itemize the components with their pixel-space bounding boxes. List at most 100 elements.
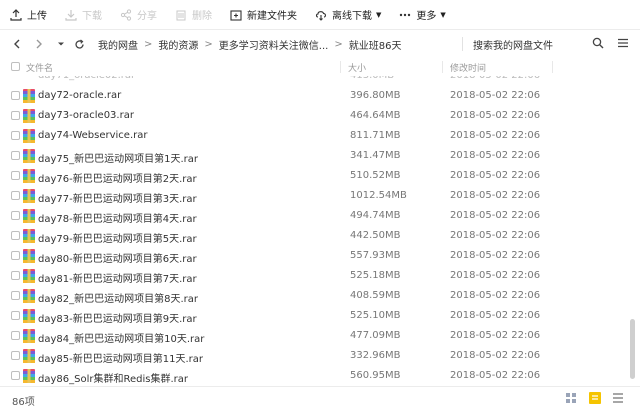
- file-name[interactable]: day74-Webservice.rar: [38, 130, 147, 141]
- file-row[interactable]: day76-新巴巴运动网项目第2天.rar 510.52MB 2018-05-02 …: [0, 166, 630, 186]
- history-dropdown-icon[interactable]: [54, 37, 68, 51]
- file-row[interactable]: day72-oracle.rar 396.80MB 2018-05-02 22:06: [0, 86, 630, 106]
- row-checkbox[interactable]: [11, 251, 20, 260]
- breadcrumb-item[interactable]: 更多学习资料关注微信...: [219, 37, 329, 52]
- file-row[interactable]: day81-新巴巴运动网项目第7天.rar 525.18MB 2018-05-02 …: [0, 266, 630, 286]
- file-size: 408.59MB: [350, 290, 401, 301]
- back-arrow-icon[interactable]: [10, 37, 24, 51]
- refresh-icon[interactable]: [72, 37, 86, 51]
- file-name[interactable]: day76-新巴巴运动网项目第2天.rar: [38, 170, 197, 185]
- file-row[interactable]: day78-新巴巴运动网项目第4天.rar 494.74MB 2018-05-02 …: [0, 206, 630, 226]
- file-row[interactable]: day77-新巴巴运动网项目第3天.rar 1012.54MB 2018-05-02…: [0, 186, 630, 206]
- row-checkbox[interactable]: [11, 271, 20, 280]
- file-name[interactable]: day86_Solr集群和Redis集群.rar: [38, 370, 188, 385]
- breadcrumb-separator-icon: >: [144, 38, 153, 50]
- file-row[interactable]: day83-新巴巴运动网项目第9天.rar 525.10MB 2018-05-02 …: [0, 306, 630, 326]
- file-row[interactable]: day79-新巴巴运动网项目第5天.rar 442.50MB 2018-05-02 …: [0, 226, 630, 246]
- row-checkbox[interactable]: [11, 231, 20, 240]
- column-header-name[interactable]: 文件名: [26, 61, 53, 74]
- offline-download-button[interactable]: 离线下载 ▼: [315, 5, 381, 25]
- file-name[interactable]: day71_oracle02.rar: [38, 76, 135, 81]
- chevron-down-icon: ▼: [376, 10, 382, 19]
- breadcrumb-item[interactable]: 我的资源: [158, 37, 198, 52]
- column-header-modified[interactable]: 修改时间: [450, 61, 486, 74]
- download-button[interactable]: 下载: [65, 5, 102, 25]
- row-checkbox[interactable]: [11, 171, 20, 180]
- forward-arrow-icon[interactable]: [32, 37, 46, 51]
- column-header-size[interactable]: 大小: [348, 61, 366, 74]
- file-row[interactable]: day71_oracle02.rar 413.0MB 2018-05-02 22:0…: [0, 76, 630, 86]
- row-checkbox[interactable]: [11, 211, 20, 220]
- file-name[interactable]: day75_新巴巴运动网项目第1天.rar: [38, 150, 198, 165]
- file-modified-time: 2018-05-02 22:06: [450, 130, 541, 141]
- search-icon[interactable]: [592, 37, 604, 52]
- more-label: 更多: [416, 11, 437, 22]
- row-checkbox[interactable]: [11, 291, 20, 300]
- row-checkbox[interactable]: [11, 351, 20, 360]
- list-view-menu-icon[interactable]: [617, 37, 629, 52]
- column-divider[interactable]: [340, 61, 341, 73]
- column-divider[interactable]: [442, 61, 443, 73]
- row-checkbox[interactable]: [11, 331, 20, 340]
- breadcrumb-item-current[interactable]: 就业班86天: [349, 37, 402, 52]
- new-folder-label: 新建文件夹: [247, 11, 297, 22]
- file-name[interactable]: day84_新巴巴运动网项目第10天.rar: [38, 330, 204, 345]
- column-divider[interactable]: [552, 61, 553, 73]
- share-label: 分享: [137, 11, 157, 22]
- file-name[interactable]: day81-新巴巴运动网项目第7天.rar: [38, 270, 197, 285]
- file-size: 396.80MB: [350, 90, 401, 101]
- file-modified-time: 2018-05-02 22:06: [450, 210, 541, 221]
- thumbnail-view-icon[interactable]: [565, 392, 577, 407]
- delete-button[interactable]: 删除: [175, 5, 212, 25]
- more-button[interactable]: 更多 ▼: [399, 5, 446, 25]
- row-checkbox[interactable]: [11, 91, 20, 100]
- file-name[interactable]: day79-新巴巴运动网项目第5天.rar: [38, 230, 197, 245]
- toolbar: 上传 下载 分享 删除 新建文件夹 离线下载 ▼ 更多 ▼: [0, 0, 640, 30]
- download-icon: [65, 9, 77, 21]
- file-modified-time: 2018-05-02 22:06: [450, 330, 541, 341]
- list-view-icon[interactable]: [612, 392, 624, 407]
- file-modified-time: 2018-05-02 22:06: [450, 150, 541, 161]
- share-button[interactable]: 分享: [120, 5, 157, 25]
- file-name[interactable]: day85-新巴巴运动网项目第11天.rar: [38, 350, 203, 365]
- file-modified-time: 2018-05-02 22:06: [450, 270, 541, 281]
- scrollbar-thumb[interactable]: [630, 319, 635, 379]
- row-checkbox[interactable]: [11, 151, 20, 160]
- file-name[interactable]: day78-新巴巴运动网项目第4天.rar: [38, 210, 197, 225]
- file-row[interactable]: day75_新巴巴运动网项目第1天.rar 341.47MB 2018-05-02 …: [0, 146, 630, 166]
- file-name[interactable]: day72-oracle.rar: [38, 90, 121, 101]
- file-row[interactable]: day80-新巴巴运动网项目第6天.rar 557.93MB 2018-05-02 …: [0, 246, 630, 266]
- file-row[interactable]: day85-新巴巴运动网项目第11天.rar 332.96MB 2018-05-02…: [0, 346, 630, 366]
- breadcrumb-separator-icon: >: [334, 38, 343, 50]
- upload-button[interactable]: 上传: [10, 5, 47, 25]
- file-name[interactable]: day77-新巴巴运动网项目第3天.rar: [38, 190, 197, 205]
- rar-archive-icon: [23, 349, 35, 363]
- row-checkbox[interactable]: [11, 131, 20, 140]
- rar-archive-icon: [23, 289, 35, 303]
- file-modified-time: 2018-05-02 22:06: [450, 370, 541, 381]
- delete-label: 删除: [192, 11, 212, 22]
- file-row[interactable]: day86_Solr集群和Redis集群.rar 560.95MB 2018-05-…: [0, 366, 630, 386]
- row-checkbox[interactable]: [11, 111, 20, 120]
- file-row[interactable]: day82_新巴巴运动网项目第8天.rar 408.59MB 2018-05-02 …: [0, 286, 630, 306]
- search-input[interactable]: 搜索我的网盘文件: [473, 37, 553, 52]
- folder-view-icon[interactable]: [588, 391, 602, 408]
- file-name[interactable]: day83-新巴巴运动网项目第9天.rar: [38, 310, 197, 325]
- breadcrumb-item[interactable]: 我的网盘: [98, 37, 138, 52]
- row-checkbox[interactable]: [11, 311, 20, 320]
- file-name[interactable]: day80-新巴巴运动网项目第6天.rar: [38, 250, 197, 265]
- file-row[interactable]: day74-Webservice.rar 811.71MB 2018-05-02 2…: [0, 126, 630, 146]
- select-all-checkbox[interactable]: [11, 62, 20, 71]
- rar-archive-icon: [23, 229, 35, 243]
- row-checkbox[interactable]: [11, 191, 20, 200]
- file-name[interactable]: day82_新巴巴运动网项目第8天.rar: [38, 290, 198, 305]
- file-row[interactable]: day73-oracle03.rar 464.64MB 2018-05-02 22:…: [0, 106, 630, 126]
- new-folder-button[interactable]: 新建文件夹: [230, 5, 297, 25]
- download-label: 下载: [82, 11, 102, 22]
- row-checkbox[interactable]: [11, 371, 20, 380]
- file-size: 560.95MB: [350, 370, 401, 381]
- file-list-header: 文件名 大小 修改时间: [0, 58, 640, 76]
- file-name[interactable]: day73-oracle03.rar: [38, 110, 134, 121]
- file-size: 525.10MB: [350, 310, 401, 321]
- file-row[interactable]: day84_新巴巴运动网项目第10天.rar 477.09MB 2018-05-02…: [0, 326, 630, 346]
